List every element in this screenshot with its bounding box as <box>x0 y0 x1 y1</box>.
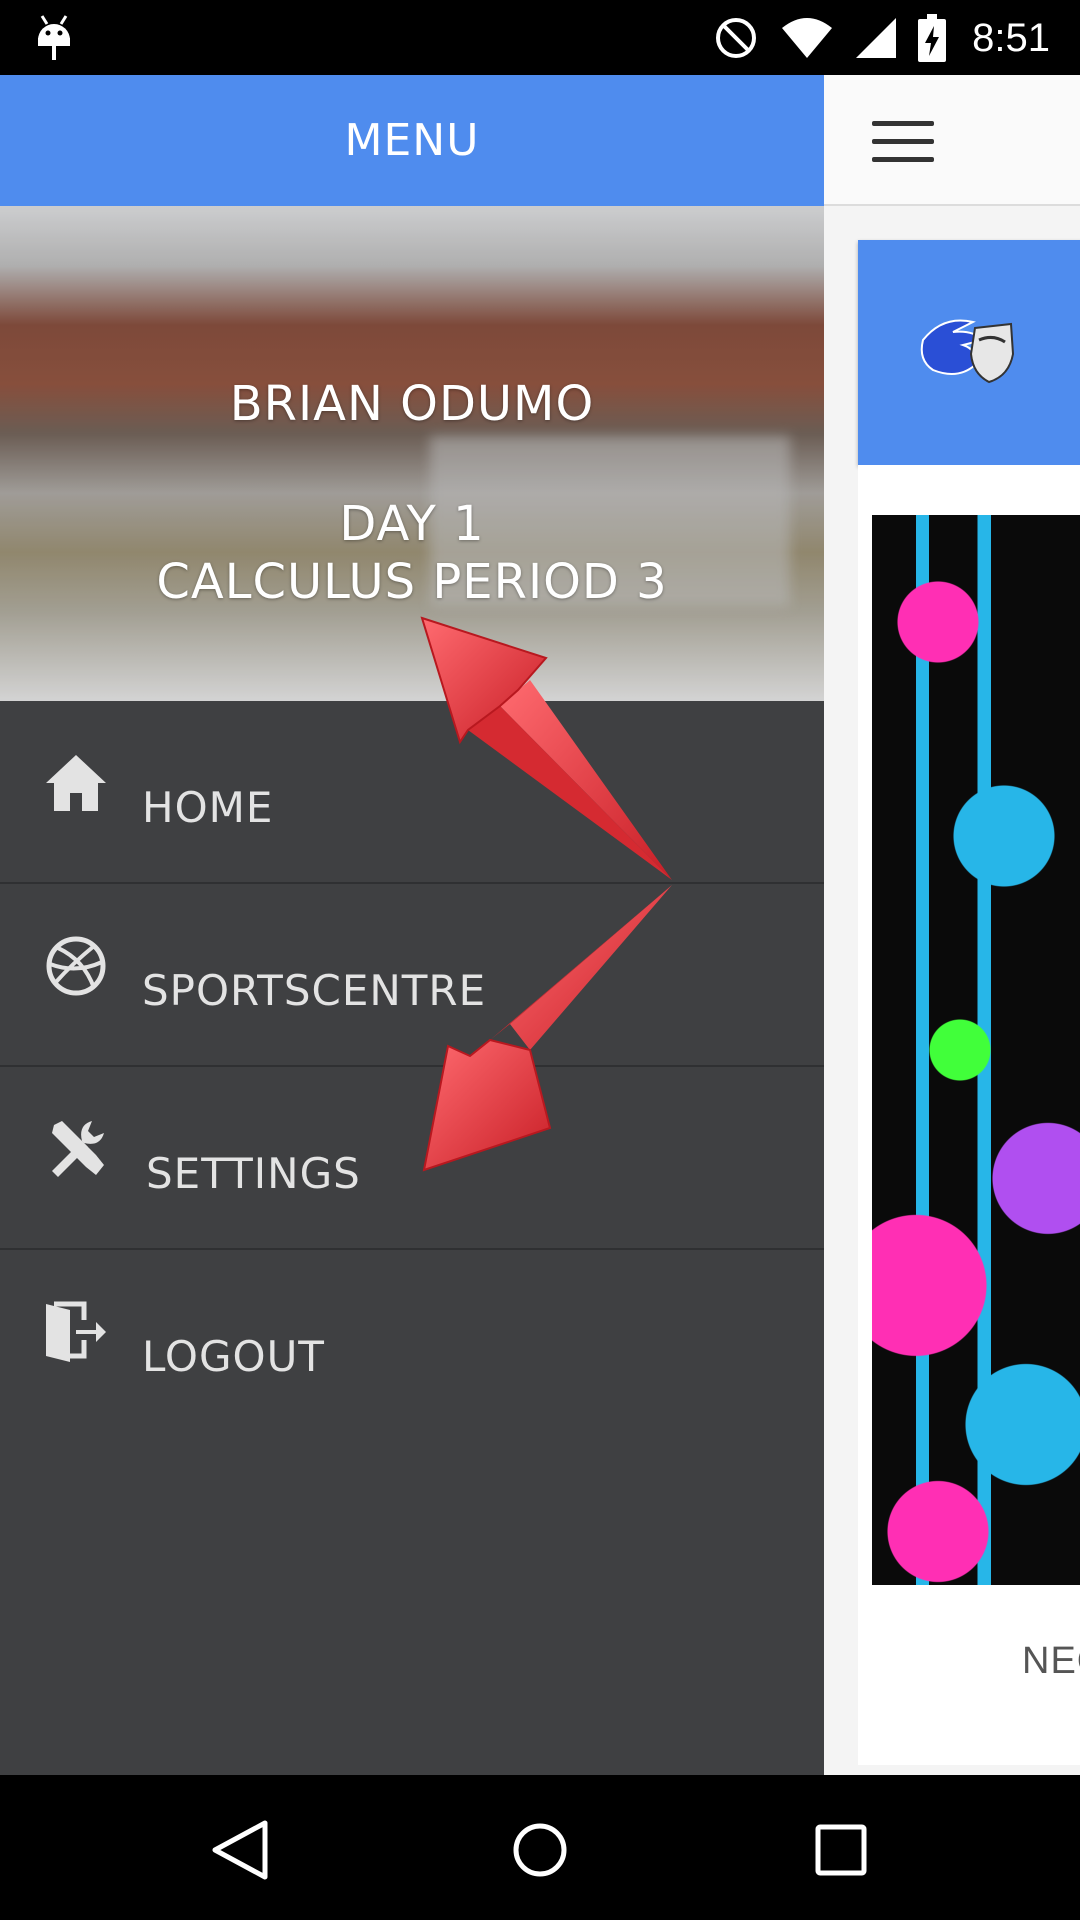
cell-signal-icon <box>856 18 897 58</box>
app-toolbar <box>824 75 1080 206</box>
news-image[interactable] <box>872 515 1080 1585</box>
system-nav-bar <box>0 1775 1080 1920</box>
drawer-item-label: HOME <box>142 783 274 832</box>
drawer-item-label: SPORTSCENTRE <box>142 966 487 1015</box>
android-debug-icon <box>38 15 70 60</box>
basketball-icon <box>46 936 106 996</box>
school-day: DAY 1 <box>339 496 485 552</box>
drawer-item-home[interactable]: HOME <box>0 701 824 884</box>
drawer-item-logout[interactable]: LOGOUT <box>0 1250 824 1433</box>
do-not-disturb-icon <box>716 18 757 58</box>
mascot-logo <box>920 319 1015 384</box>
navigation-drawer: MENU BRIAN ODUMO DAY 1 CALCULUS PERIOD 3… <box>0 75 824 1775</box>
user-name: BRIAN ODUMO <box>229 376 595 432</box>
profile-banner: BRIAN ODUMO DAY 1 CALCULUS PERIOD 3 <box>0 206 824 701</box>
status-bar: 8:51 <box>0 0 1080 75</box>
drawer-title: MENU <box>344 115 480 166</box>
home-button[interactable] <box>505 1815 575 1885</box>
clock: 8:51 <box>972 15 1050 60</box>
drawer-item-label: SETTINGS <box>146 1149 361 1198</box>
wifi-icon <box>782 18 833 58</box>
logout-icon <box>46 1301 106 1362</box>
drawer-item-label: LOGOUT <box>142 1332 325 1381</box>
tools-icon <box>52 1121 104 1177</box>
drawer-header: MENU <box>0 75 824 206</box>
drawer-item-sportscentre[interactable]: SPORTSCENTRE <box>0 884 824 1067</box>
drawer-menu: HOME SPORTSCENTRE SETTINGS LOGOUT <box>0 701 824 1433</box>
hamburger-menu-icon[interactable] <box>872 121 934 163</box>
battery-charging-icon <box>918 14 947 62</box>
back-button[interactable] <box>205 1815 275 1885</box>
main-content: NEC <box>824 75 1080 1775</box>
drawer-item-settings[interactable]: SETTINGS <box>0 1067 824 1250</box>
recent-apps-button[interactable] <box>806 1815 876 1885</box>
home-icon <box>46 755 106 811</box>
news-headline[interactable]: NEC <box>1022 1640 1080 1683</box>
school-header-card <box>858 240 1080 465</box>
current-period: CALCULUS PERIOD 3 <box>156 554 668 610</box>
